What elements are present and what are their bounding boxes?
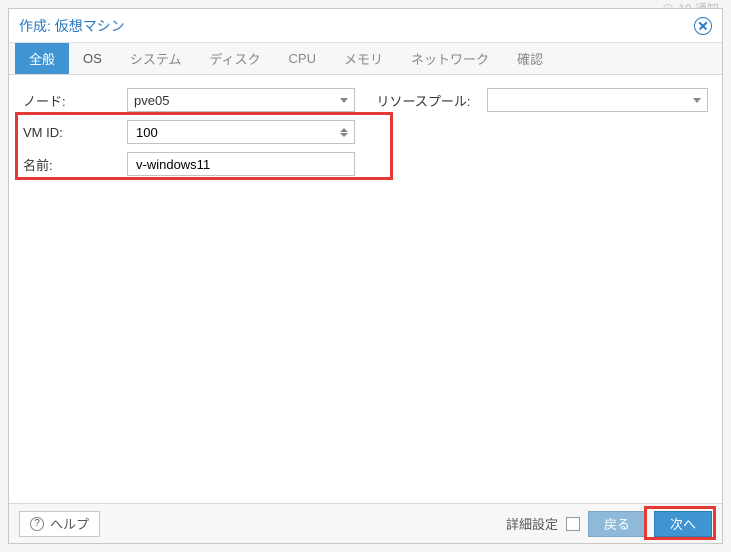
tab-system[interactable]: システム [116, 43, 196, 74]
next-label: 次へ [670, 514, 696, 533]
name-label: 名前: [23, 155, 127, 174]
tab-network[interactable]: ネットワーク [397, 43, 503, 74]
form-right-column: リソースプール: [377, 87, 709, 183]
node-select[interactable]: pve05 [127, 88, 355, 112]
tab-confirm[interactable]: 確認 [503, 43, 557, 74]
tab-os[interactable]: OS [69, 43, 116, 74]
dialog-footer: ? ヘルプ 詳細設定 戻る 次へ [9, 503, 722, 543]
pool-label: リソースプール: [377, 91, 487, 110]
name-field[interactable] [134, 156, 348, 173]
tab-memory[interactable]: メモリ [330, 43, 397, 74]
chevron-down-icon [340, 133, 348, 137]
vmid-field[interactable] [134, 124, 334, 141]
next-button[interactable]: 次へ [654, 511, 712, 537]
tab-disks[interactable]: ディスク [195, 43, 274, 74]
dialog-title: 作成: 仮想マシン [19, 16, 125, 36]
node-value: pve05 [134, 93, 169, 108]
chevron-up-icon [340, 128, 348, 132]
close-icon[interactable] [694, 17, 712, 35]
vmid-input[interactable] [127, 120, 355, 144]
chevron-down-icon [340, 98, 348, 103]
back-button[interactable]: 戻る [588, 511, 646, 537]
help-label: ヘルプ [50, 514, 89, 533]
form-left-column: ノード: pve05 VM ID: [23, 87, 355, 183]
name-input[interactable] [127, 152, 355, 176]
help-button[interactable]: ? ヘルプ [19, 511, 100, 537]
advanced-label: 詳細設定 [506, 514, 558, 533]
dialog-body: ノード: pve05 VM ID: [9, 75, 722, 503]
wizard-tabbar: 全般 OS システム ディスク CPU メモリ ネットワーク 確認 [9, 43, 722, 75]
help-icon: ? [30, 517, 44, 531]
dialog-titlebar: 作成: 仮想マシン [9, 9, 722, 43]
tab-general[interactable]: 全般 [15, 43, 69, 74]
chevron-down-icon [693, 98, 701, 103]
vmid-label: VM ID: [23, 125, 127, 140]
create-vm-dialog: 作成: 仮想マシン 全般 OS システム ディスク CPU メモリ ネットワーク… [8, 8, 723, 544]
vmid-spinner[interactable] [340, 128, 348, 137]
tab-cpu[interactable]: CPU [275, 43, 330, 74]
advanced-checkbox[interactable] [566, 517, 580, 531]
node-label: ノード: [23, 91, 127, 110]
pool-select[interactable] [487, 88, 709, 112]
back-label: 戻る [604, 514, 630, 533]
